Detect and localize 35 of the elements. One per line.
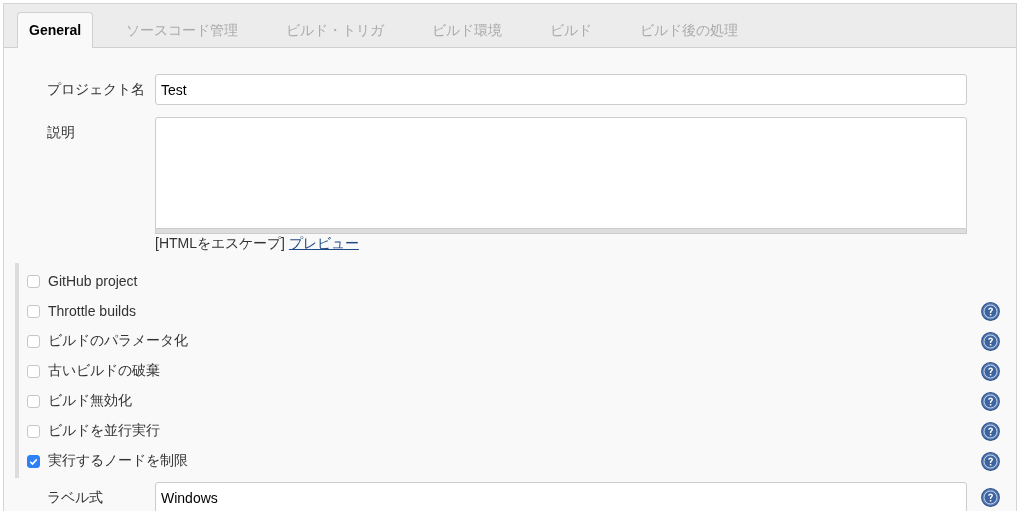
checkbox[interactable] [27,424,40,438]
preview-link[interactable]: プレビュー [288,235,359,251]
checkbox-label: GitHub project [48,273,138,289]
checkbox-label: ビルドのパラメータ化 [48,332,188,350]
checkbox[interactable] [27,454,40,468]
help-icon[interactable] [981,361,1000,381]
field-label: ラベル式 [46,488,104,507]
checkbox-label: 古いビルドの破棄 [48,362,160,380]
tab[interactable]: ビルド環境 [409,13,525,47]
resize-grip[interactable] [155,229,967,234]
checkbox-label: Throttle builds [48,303,136,319]
field-label: 説明 [46,123,76,142]
input-field[interactable]: Test [155,74,967,105]
help-icon[interactable] [981,301,1000,321]
checkbox[interactable] [27,364,40,378]
help-icon[interactable] [981,421,1000,441]
checkbox[interactable] [27,394,40,408]
checkbox[interactable] [27,274,40,288]
tab[interactable]: ビルド後の処理 [617,13,761,47]
checkbox-label: 実行するノードを制限 [48,452,188,470]
tab[interactable]: ビルド・トリガ [263,13,407,47]
tab[interactable]: ビルド [527,13,615,47]
checkbox[interactable] [27,304,40,318]
checkbox[interactable] [27,334,40,348]
tab[interactable]: ソースコード管理 [103,13,261,47]
tab[interactable]: General [17,12,94,48]
help-icon[interactable] [981,391,1000,411]
help-icon[interactable] [981,451,1000,471]
field-label: プロジェクト名 [46,80,146,99]
checkbox-label: ビルドを並行実行 [48,422,160,440]
help-icon[interactable] [981,488,1000,507]
escape-note: [HTMLをエスケープ] [155,235,285,251]
help-icon[interactable] [981,331,1000,351]
input-field[interactable]: Windows [155,482,967,511]
checkbox-label: ビルド無効化 [48,392,132,410]
